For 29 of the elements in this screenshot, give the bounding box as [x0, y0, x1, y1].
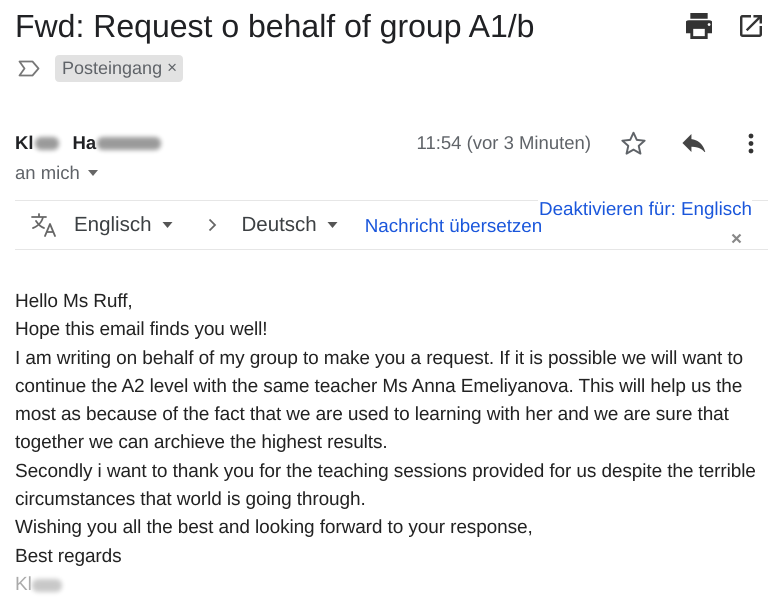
- sender-name: Kl: [15, 132, 34, 154]
- chevron-right-icon: [208, 218, 216, 232]
- reply-icon[interactable]: [682, 134, 706, 152]
- email-subject: Fwd: Request o behalf of group A1/b: [15, 8, 536, 44]
- source-language-dropdown[interactable]: Englisch: [74, 213, 172, 237]
- target-language-dropdown[interactable]: Deutsch: [242, 213, 338, 237]
- dropdown-caret-icon: [326, 222, 338, 228]
- message-paragraph: Hello Ms Ruff,: [15, 290, 134, 314]
- message-paragraph: I am writing on behalf of my group to make you a request. If it is possible we will want to continue the A2 level with the same teacher Ms Anna Emeliyanova. This will help us the most as because of the fact that we are used to learning with her and we are sure that together we can archieve the highest results.: [15, 346, 744, 456]
- disable-translation-link[interactable]: Deaktivieren für: Englisch: [538, 198, 752, 220]
- signature-name: Kl: [15, 572, 32, 597]
- close-icon[interactable]: [731, 233, 742, 244]
- more-options-icon[interactable]: [748, 132, 754, 154]
- message-time: 11:54 (vor 3 Minuten): [416, 132, 591, 154]
- remove-label-button[interactable]: ×: [167, 58, 178, 78]
- message-paragraph: Secondly i want to thank you for the teaching sessions provided for us despite the terrible circumstances that world is going through.: [15, 460, 757, 512]
- print-icon[interactable]: [686, 13, 712, 39]
- message-paragraph: Hope this email finds you well!: [15, 318, 268, 342]
- label-chip[interactable]: Posteingang ×: [55, 54, 184, 82]
- sender-name: Ha: [72, 132, 96, 154]
- message-paragraph: Best regards: [15, 544, 123, 569]
- recipient-text: an mich: [15, 162, 80, 184]
- message-paragraph: Wishing you all the best and looking forward to your response,: [15, 516, 534, 540]
- dropdown-caret-icon[interactable]: [88, 170, 98, 176]
- arrow-tag-outline-icon: [18, 60, 41, 76]
- star-icon[interactable]: [621, 130, 646, 156]
- dropdown-caret-icon: [162, 222, 172, 228]
- open-in-new-window-icon[interactable]: [740, 15, 762, 37]
- translate-icon: [30, 212, 58, 238]
